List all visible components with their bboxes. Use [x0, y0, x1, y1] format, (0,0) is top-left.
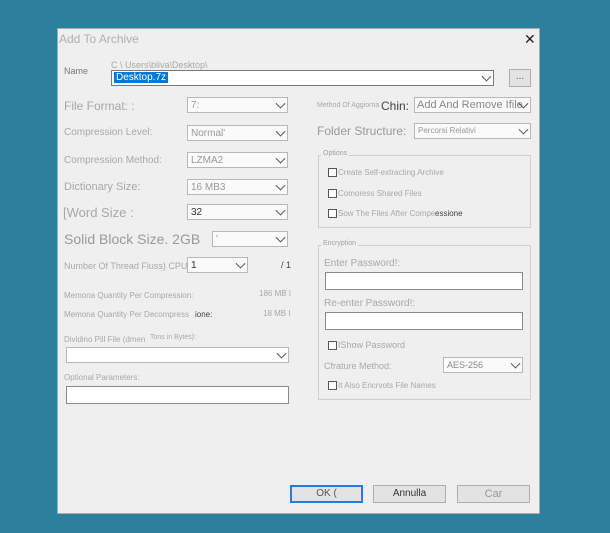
mem-compress-value: 186 MB I	[259, 289, 292, 298]
dialog-title: Add To Archive	[59, 32, 139, 46]
encryption-method-value: AES-256	[447, 360, 484, 370]
help-button[interactable]: Car	[457, 485, 530, 503]
show-password-label: IShow Password	[338, 340, 406, 350]
threads-max: / 1	[281, 260, 292, 270]
encryption-method-label: Cfrature Method:	[324, 361, 392, 371]
encryption-method-select[interactable]: AES-256	[443, 357, 523, 373]
file-format-value: 7:	[191, 100, 200, 111]
browse-button[interactable]: ...	[509, 69, 531, 87]
dictionary-size-value: 16 MB3	[191, 182, 226, 193]
threads-select[interactable]: 1	[187, 257, 248, 273]
chevron-down-icon	[510, 358, 521, 369]
chevron-down-icon	[275, 98, 286, 109]
word-size-value: 32	[191, 207, 203, 218]
threads-value: 1	[191, 260, 197, 271]
chevron-down-icon	[235, 258, 246, 269]
encryption-group-title: Encryption	[321, 240, 359, 247]
word-size-label: [Word Size :	[63, 205, 134, 220]
cancel-button[interactable]: Annulla	[373, 485, 446, 503]
solid-block-value: '	[216, 234, 218, 245]
add-to-archive-dialog: Add To Archive ✕ Name C \ Users\bliva\De…	[57, 28, 540, 514]
shared-files-checkbox[interactable]	[328, 189, 337, 198]
compression-level-label: Compression Level:	[64, 127, 153, 138]
chevron-down-icon	[275, 232, 286, 243]
chevron-down-icon	[276, 348, 287, 359]
mem-decompress-label-2: ione:	[195, 310, 213, 319]
update-method-label-2: Chin:	[381, 99, 410, 113]
split-label: Dividino Pill File (dmen	[64, 335, 146, 344]
reenter-password-label: Re-enter Password!:	[324, 298, 416, 309]
name-path: C \ Users\bliva\Desktop\	[111, 60, 208, 70]
enter-password-label: Enter Password!:	[324, 258, 401, 269]
name-label: Name	[64, 66, 89, 76]
archive-name-value: Desktop.7z	[114, 72, 169, 83]
solid-block-label: Solid Block Size. 2GB	[64, 231, 201, 247]
folder-structure-value: Percorsi Relativi	[418, 126, 476, 135]
sfx-label: Create Self-extracting Archive	[338, 168, 444, 177]
split-label-2: Tons in Bytes):	[150, 334, 196, 341]
solid-block-select[interactable]: '	[212, 231, 288, 247]
chevron-down-icon	[518, 124, 529, 135]
file-format-label: File Format: :	[64, 99, 135, 113]
chevron-down-icon	[275, 180, 286, 191]
folder-structure-select[interactable]: Percorsi Relativi	[414, 123, 531, 139]
folder-structure-label: Folder Structure:	[317, 124, 407, 138]
enter-password-input[interactable]	[325, 272, 523, 290]
delete-files-label-2: essione	[435, 209, 463, 218]
mem-compress-label: Memona Quantity Per Compression:	[64, 291, 194, 300]
ok-button[interactable]: OK (	[290, 485, 363, 503]
mem-decompress-label: Memona Quantity Per Decompress	[64, 310, 189, 319]
shared-files-label: Comoress Shared Files	[338, 189, 422, 198]
options-group-title: Options	[321, 150, 350, 157]
threads-label: Number Of Thread Fluss) CPU:	[64, 261, 190, 271]
chevron-down-icon	[481, 71, 492, 82]
split-volume-combo[interactable]	[66, 347, 289, 363]
dictionary-size-label: Dictionary Size:	[64, 181, 141, 193]
chevron-down-icon	[275, 205, 286, 216]
sfx-checkbox[interactable]	[328, 168, 337, 177]
delete-files-label: Sow The Files After Compe	[338, 209, 436, 218]
compression-method-select[interactable]: LZMA2	[187, 152, 288, 168]
update-method-select[interactable]: Add And Remove Ifile	[414, 97, 531, 113]
chevron-down-icon	[275, 153, 286, 164]
encrypt-names-checkbox[interactable]	[328, 381, 337, 390]
dictionary-size-select[interactable]: 16 MB3	[187, 179, 288, 195]
update-method-label: Method Of Aggiorna	[317, 102, 380, 109]
compression-method-value: LZMA2	[191, 155, 224, 166]
params-label: Optional Parameters:	[64, 373, 140, 382]
archive-name-combo[interactable]: Desktop.7z	[111, 70, 494, 86]
compression-level-value: Normal'	[191, 128, 226, 139]
compression-method-label: Compression Method:	[64, 155, 162, 166]
params-input[interactable]	[66, 386, 289, 404]
reenter-password-input[interactable]	[325, 312, 523, 330]
show-password-checkbox[interactable]	[328, 341, 337, 350]
delete-files-checkbox[interactable]	[328, 209, 337, 218]
encrypt-names-label: It Also Encrvots File Names	[338, 381, 436, 390]
update-method-value: Add And Remove Ifile	[417, 99, 523, 111]
word-size-select[interactable]: 32	[187, 204, 288, 220]
close-icon[interactable]: ✕	[524, 31, 536, 48]
file-format-select[interactable]: 7:	[187, 97, 288, 113]
mem-decompress-value: 18 MB I	[263, 309, 291, 318]
chevron-down-icon	[275, 126, 286, 137]
compression-level-select[interactable]: Normal'	[187, 125, 288, 141]
